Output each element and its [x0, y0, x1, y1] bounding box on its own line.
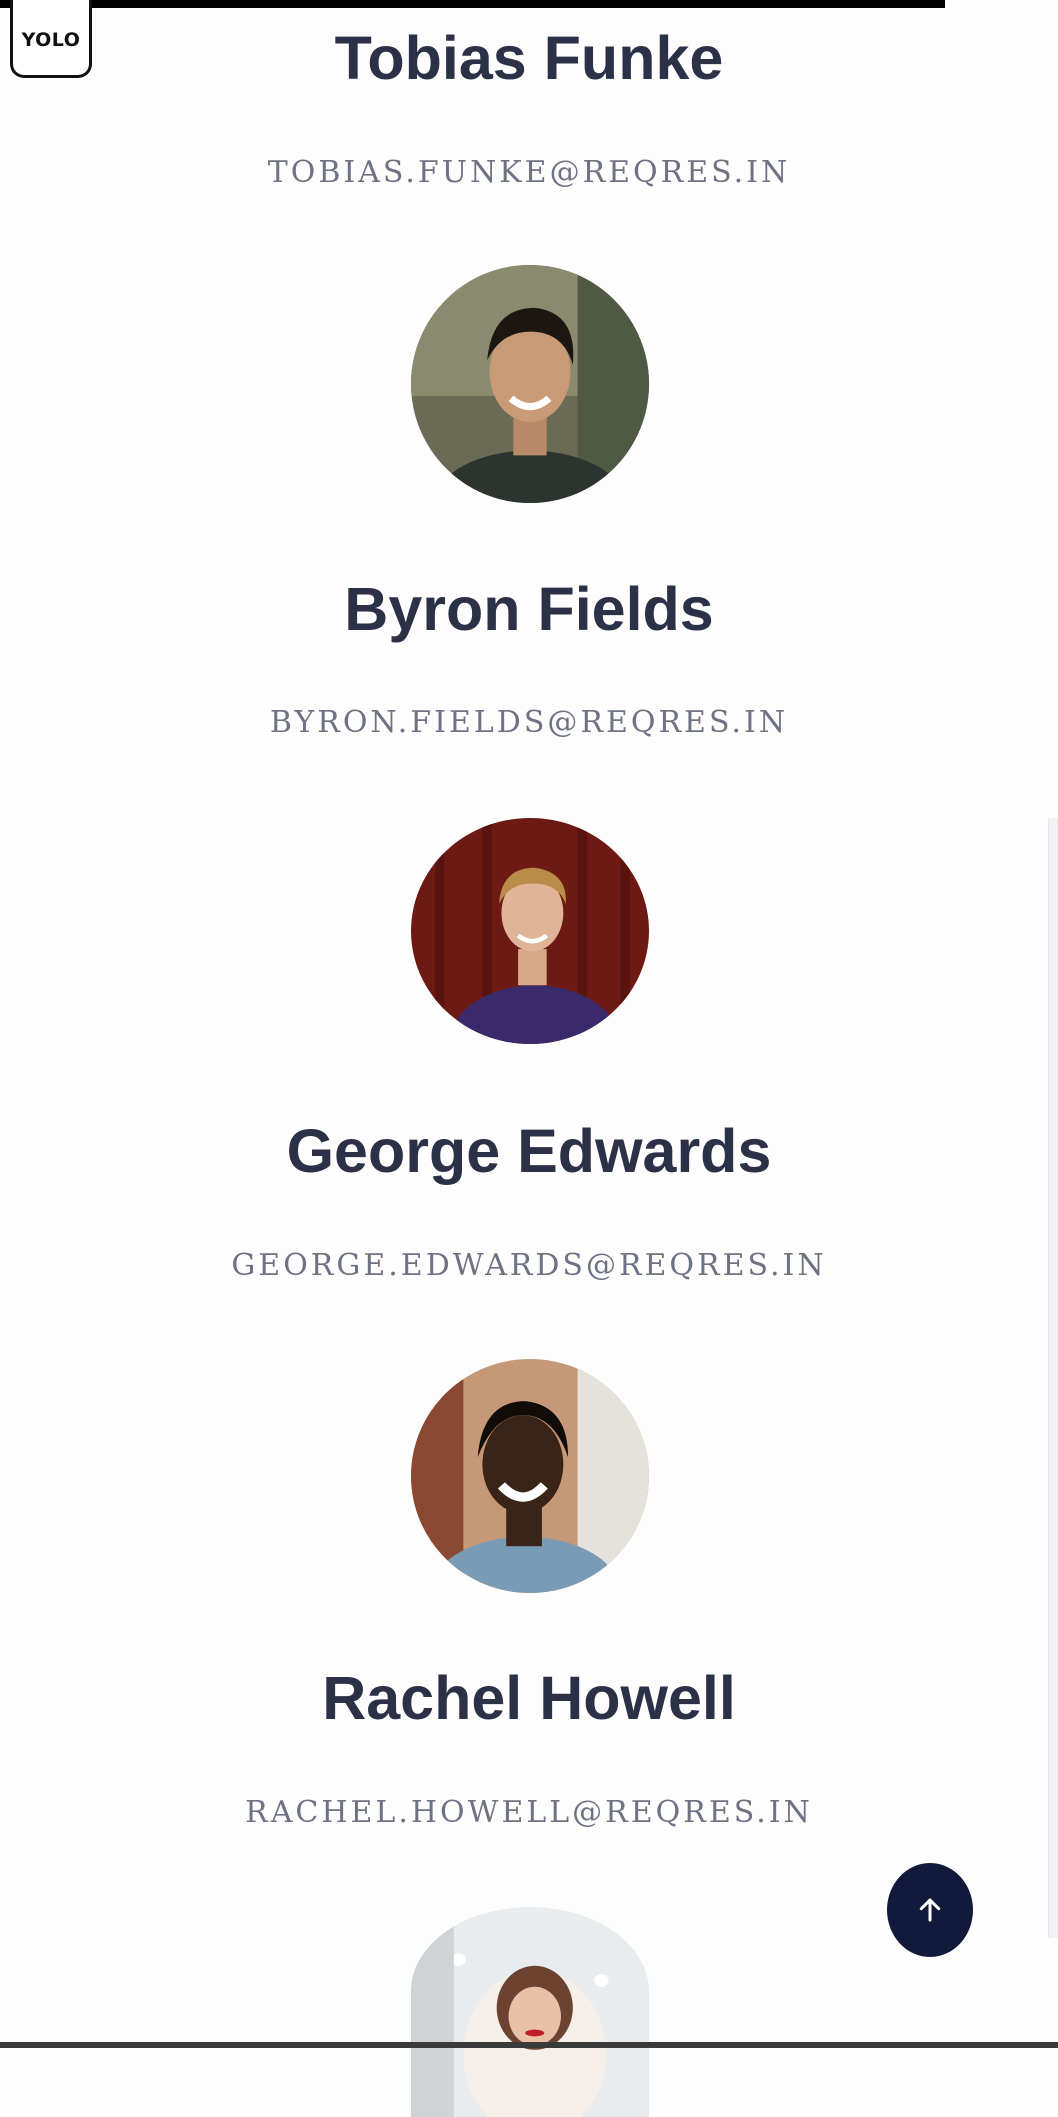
user-avatar — [411, 265, 649, 503]
user-email: BYRON.FIELDS@REQRES.IN — [269, 705, 789, 740]
user-name: Byron Fields — [344, 575, 714, 643]
scrollbar-track[interactable] — [1048, 818, 1058, 1938]
user-name: Tobias Funke — [334, 24, 724, 92]
top-bar — [0, 0, 945, 8]
user-email: TOBIAS.FUNKE@REQRES.IN — [267, 155, 791, 190]
arrow-up-icon — [919, 1898, 941, 1922]
user-avatar — [411, 818, 649, 1044]
user-name: Rachel Howell — [322, 1664, 736, 1732]
user-avatar — [411, 1359, 649, 1593]
scroll-to-top-button[interactable] — [887, 1863, 973, 1957]
user-name: George Edwards — [286, 1117, 772, 1185]
bottom-edge — [0, 2042, 1058, 2048]
user-email: GEORGE.EDWARDS@REQRES.IN — [231, 1248, 827, 1283]
user-email: RACHEL.HOWELL@REQRES.IN — [245, 1795, 813, 1830]
user-avatar — [411, 1907, 649, 2117]
